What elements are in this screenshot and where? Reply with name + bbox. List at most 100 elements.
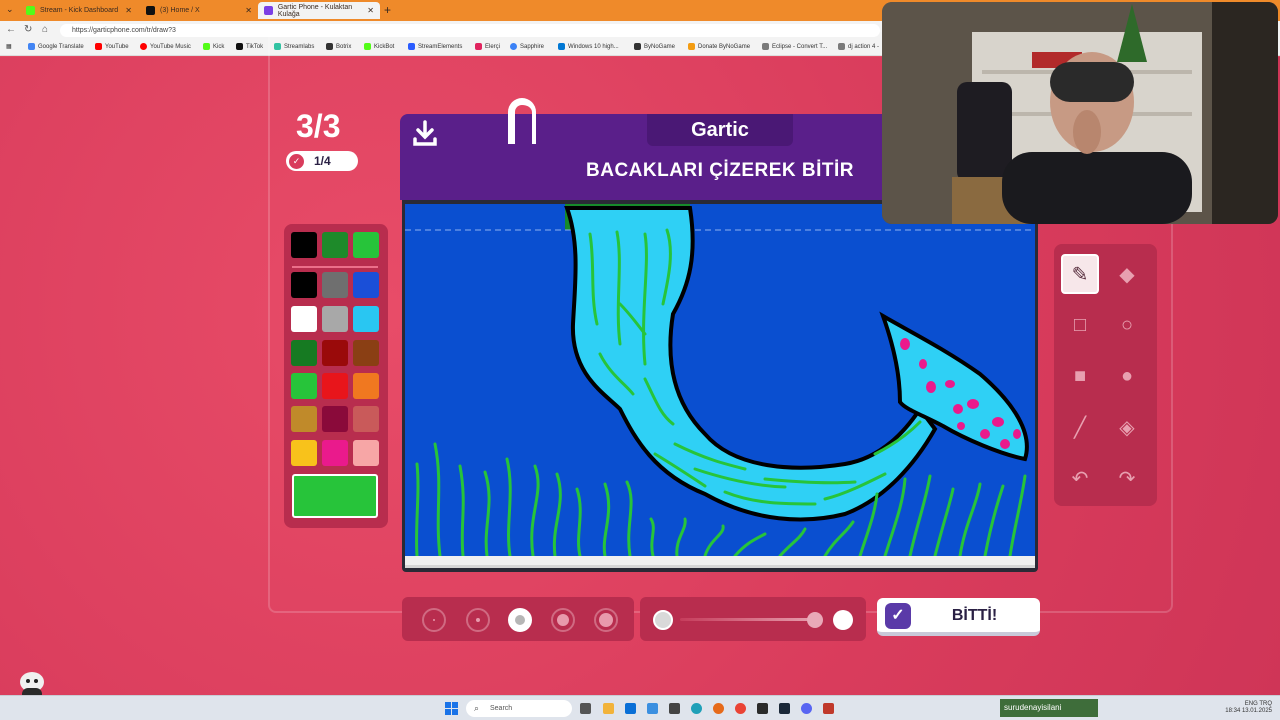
download-icon[interactable]: [412, 120, 438, 148]
brush-size-3[interactable]: [508, 608, 532, 632]
done-button[interactable]: ✓ BİTTİ!: [877, 598, 1040, 636]
bookmark-youtube-music[interactable]: YouTube Music: [140, 43, 191, 50]
tab-kick-dashboard[interactable]: Stream - Kick Dashboard ✕: [20, 2, 138, 19]
brush-size-2[interactable]: [466, 608, 490, 632]
color-swatch[interactable]: [353, 306, 379, 332]
settings-gear-icon[interactable]: [669, 703, 680, 714]
youtube-icon: [95, 43, 102, 50]
redo-icon[interactable]: ↷: [1108, 458, 1146, 498]
color-swatch[interactable]: [322, 306, 348, 332]
players-done-count: 1/4: [314, 154, 331, 168]
color-swatch[interactable]: [353, 373, 379, 399]
clock-date[interactable]: 13.01.2025: [1242, 708, 1272, 714]
brush-size-4[interactable]: [551, 608, 575, 632]
opacity-slider-track[interactable]: [680, 618, 820, 621]
bookmark-label: YouTube: [105, 43, 129, 50]
color-swatch[interactable]: [353, 232, 379, 258]
bookmark-google-translate[interactable]: Google Translate: [28, 43, 84, 50]
color-swatch[interactable]: [322, 440, 348, 466]
bookmark-label: Kick: [213, 43, 225, 50]
color-swatch[interactable]: [291, 373, 317, 399]
color-swatch[interactable]: [291, 406, 317, 432]
task-view-icon[interactable]: [580, 703, 591, 714]
opacity-slider-handle[interactable]: [807, 612, 823, 628]
home-icon[interactable]: ⌂: [42, 24, 48, 35]
color-swatch[interactable]: [291, 306, 317, 332]
kick-icon: [203, 43, 210, 50]
color-swatch[interactable]: [291, 232, 317, 258]
brush-size-5[interactable]: [594, 608, 618, 632]
tab-gartic-phone[interactable]: Gartic Phone - Kulaktan Kulağa ✕: [258, 2, 380, 19]
done-button-label: BİTTİ!: [951, 607, 998, 624]
circle-outline-icon[interactable]: ○: [1108, 305, 1146, 345]
back-icon[interactable]: ←: [6, 24, 16, 35]
round-indicator: 3/3: [296, 108, 341, 144]
translate-icon: [28, 43, 35, 50]
obs-icon[interactable]: [757, 703, 768, 714]
keyboard-language[interactable]: ENG TRQ: [1245, 701, 1272, 707]
clock-time[interactable]: 18:34: [1225, 708, 1240, 714]
pencil-icon[interactable]: ✎: [1061, 254, 1099, 294]
edge-browser-icon[interactable]: [691, 703, 702, 714]
bookmark-label: YouTube Music: [150, 43, 191, 50]
new-tab-icon[interactable]: +: [384, 3, 391, 17]
color-swatch[interactable]: [291, 340, 317, 366]
selected-color-preview[interactable]: [292, 474, 378, 518]
tab-x-home[interactable]: (3) Home / X ✕: [140, 2, 258, 19]
color-swatch[interactable]: [322, 373, 348, 399]
opacity-min-knob[interactable]: [653, 610, 673, 630]
line-icon[interactable]: ╱: [1061, 407, 1099, 447]
store-icon[interactable]: [625, 703, 636, 714]
close-tab-icon[interactable]: ✕: [367, 6, 374, 15]
file-explorer-icon[interactable]: [603, 703, 614, 714]
circle-filled-icon[interactable]: ●: [1108, 356, 1146, 396]
undo-icon[interactable]: ↶: [1061, 458, 1099, 498]
close-tab-icon[interactable]: ✕: [125, 6, 132, 15]
color-swatch[interactable]: [353, 272, 379, 298]
paper-hook-decoration: [508, 98, 536, 144]
bookmark-youtube[interactable]: YouTube: [95, 43, 129, 50]
windows-taskbar: ⌕ Search surudenayisilani ENG TRQ 18:34 …: [0, 695, 1280, 720]
color-swatch[interactable]: [322, 340, 348, 366]
steam-icon[interactable]: [779, 703, 790, 714]
webcam-overlay: [882, 2, 1278, 224]
discord-icon[interactable]: [801, 703, 812, 714]
tab-menu-icon[interactable]: ⌄: [6, 4, 14, 15]
close-tab-icon[interactable]: ✕: [245, 6, 252, 15]
chrome-icon[interactable]: [735, 703, 746, 714]
taskbar-search-label: Search: [490, 705, 513, 712]
color-swatch[interactable]: [322, 406, 348, 432]
kick-favicon-icon: [26, 6, 35, 15]
color-swatch[interactable]: [353, 406, 379, 432]
firefox-icon[interactable]: [713, 703, 724, 714]
search-icon: ⌕: [474, 703, 480, 713]
tab-label: Stream - Kick Dashboard: [40, 7, 119, 14]
tab-label: Gartic Phone - Kulaktan Kulağa: [277, 3, 353, 18]
eraser-icon[interactable]: ◆: [1108, 254, 1146, 294]
bookmark-label: TikTok: [246, 43, 264, 50]
brush-size-1[interactable]: [422, 608, 446, 632]
reload-icon[interactable]: ↻: [24, 24, 32, 35]
bookmark-tiktok[interactable]: TikTok: [236, 43, 263, 50]
color-swatch[interactable]: [353, 440, 379, 466]
bookmark-kick[interactable]: Kick: [203, 43, 224, 50]
color-swatch[interactable]: [353, 340, 379, 366]
rectangle-outline-icon[interactable]: □: [1061, 305, 1099, 345]
color-swatch[interactable]: [291, 272, 317, 298]
tiktok-icon: [236, 43, 243, 50]
drawing-canvas[interactable]: [405, 204, 1035, 558]
rectangle-filled-icon[interactable]: ■: [1061, 356, 1099, 396]
mail-icon[interactable]: [647, 703, 658, 714]
bookmarks-apps-icon[interactable]: ▦: [6, 43, 12, 50]
taskbar-search-box[interactable]: ⌕ Search: [466, 700, 572, 717]
app-icon[interactable]: [823, 703, 834, 714]
color-swatch[interactable]: [322, 272, 348, 298]
windows-start-icon[interactable]: [445, 702, 458, 715]
palette-divider: [292, 266, 378, 268]
fill-bucket-icon[interactable]: ◈: [1108, 407, 1146, 447]
color-swatch[interactable]: [322, 232, 348, 258]
bookmark-label: Google Translate: [38, 43, 84, 50]
opacity-max-knob[interactable]: [833, 610, 853, 630]
canvas-base-strip: [405, 556, 1035, 568]
color-swatch[interactable]: [291, 440, 317, 466]
